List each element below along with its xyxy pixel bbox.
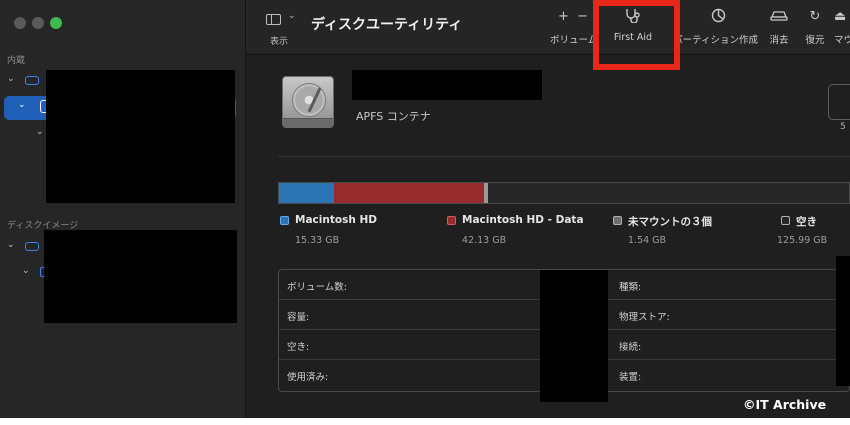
legend-swatch (781, 216, 790, 225)
redacted-region (44, 230, 237, 323)
chevron-down-icon[interactable]: ⌄ (7, 240, 15, 250)
sidebar-toggle-icon[interactable] (266, 14, 281, 25)
window-title: ディスクユーティリティ (311, 17, 463, 33)
chevron-down-icon[interactable]: ⌄ (36, 127, 44, 137)
pie-chart-icon (678, 8, 758, 26)
zoom-window-button[interactable] (50, 17, 62, 29)
plus-minus-icon: + − (557, 9, 589, 24)
toolbar: ⌄ 表示 ディスクユーティリティ + − ボリューム First Aid パーテ… (246, 0, 850, 55)
main-panel: APFS コンテナ 5 Macintosh HD 15.33 GB Macint… (246, 56, 850, 418)
close-window-button[interactable] (14, 17, 26, 29)
capacity-value: 5 (840, 122, 846, 132)
minimize-window-button[interactable] (32, 17, 44, 29)
redacted-region (836, 256, 850, 386)
view-menu-label[interactable]: 表示 (270, 34, 288, 47)
divider (278, 156, 850, 157)
disk-utility-window: 内蔵 ⌄ ⌄ ⌄ ディスクイメージ ⌄ ⌄ ⌄ 表示 ディスクユーティリティ +… (0, 0, 850, 418)
usage-segment-macintosh-hd-data (334, 183, 484, 203)
erase-car-icon (764, 8, 794, 26)
chevron-down-icon[interactable]: ⌄ (7, 74, 15, 84)
chevron-down-icon[interactable]: ⌄ (18, 100, 26, 110)
volume-type: APFS コンテナ (356, 110, 431, 123)
legend-swatch (613, 216, 622, 225)
chevron-down-icon[interactable]: ⌄ (288, 11, 296, 21)
capacity-box (828, 84, 850, 120)
partition-button[interactable]: パーティション作成 (678, 8, 758, 50)
restore-arrow-icon: ↻ (809, 9, 821, 24)
redacted-volume-name (352, 70, 542, 100)
chevron-down-icon[interactable]: ⌄ (22, 266, 30, 276)
sidebar: 内蔵 ⌄ ⌄ ⌄ ディスクイメージ ⌄ ⌄ (0, 0, 246, 418)
legend-swatch (447, 216, 456, 225)
usage-segment-unmounted (484, 183, 488, 203)
redacted-region (540, 270, 608, 402)
sidebar-section-internal: 内蔵 (7, 56, 26, 66)
usage-segment-macintosh-hd (279, 183, 334, 203)
mount-button[interactable]: ⏏ マウント (834, 8, 850, 50)
first-aid-highlight-box (593, 0, 680, 70)
erase-button[interactable]: 消去 (764, 8, 794, 50)
usage-bar (278, 182, 850, 204)
redacted-region (46, 70, 235, 203)
drive-icon (25, 242, 39, 251)
volume-button[interactable]: + − ボリューム (550, 8, 596, 50)
legend-swatch (280, 216, 289, 225)
hard-disk-icon (282, 76, 334, 128)
mount-icon: ⏏ (834, 9, 847, 24)
watermark: ©IT Archive (743, 397, 827, 412)
restore-button[interactable]: ↻ 復元 (800, 8, 830, 50)
drive-icon (25, 76, 39, 85)
